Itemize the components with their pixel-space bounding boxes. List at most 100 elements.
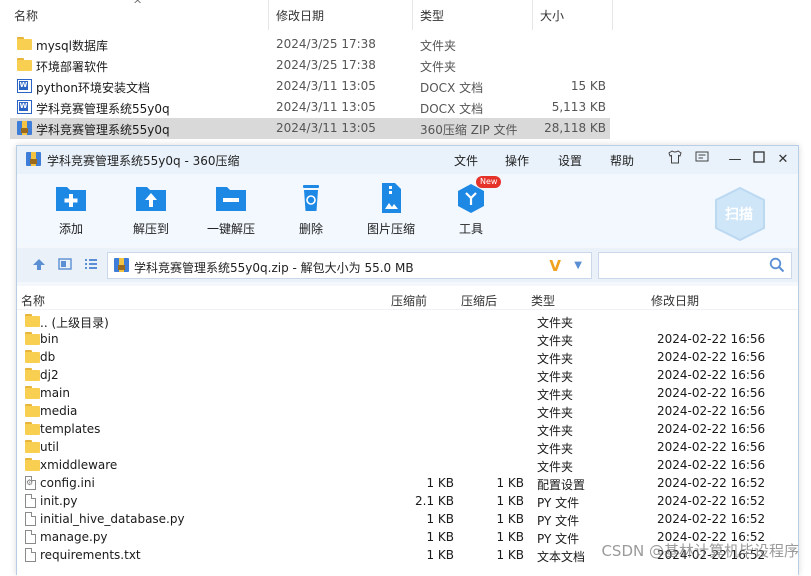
table-row[interactable]: initial_hive_database.py 1 KB 1 KB PY 文件 202…	[17, 510, 798, 528]
size-after: 1 KB	[496, 476, 524, 490]
menu-operate[interactable]: 操作	[505, 152, 529, 169]
title-bar[interactable]: 学科竞赛管理系统55y0q - 360压缩 文件 操作 设置 帮助 — ✕	[17, 146, 798, 174]
close-icon[interactable]: ✕	[773, 150, 793, 170]
search-input[interactable]	[598, 252, 792, 279]
archive-file-list: 名称 压缩前 压缩后 类型 修改日期 .. (上级目录) 文件夹 bin 文件夹 202…	[17, 286, 798, 576]
size-before: 2.1 KB	[415, 494, 454, 508]
delete-button[interactable]: 删除	[279, 182, 343, 237]
file-date: 2024-02-22 16:52	[657, 476, 766, 490]
file-date: 2024-02-22 16:52	[657, 494, 766, 508]
column-size[interactable]: 大小	[540, 7, 564, 24]
table-row[interactable]: .. (上级目录) 文件夹	[17, 312, 798, 330]
extract-to-button[interactable]: 解压到	[119, 182, 183, 237]
file-type: 文件夹	[420, 60, 457, 74]
minimize-icon[interactable]: —	[725, 150, 745, 170]
file-name: config.ini	[40, 476, 95, 490]
thumbnail-view-icon[interactable]	[57, 257, 73, 273]
menu-help[interactable]: 帮助	[610, 152, 634, 169]
file-type: 文件夹	[537, 424, 574, 438]
chevron-down-icon[interactable]: ▼	[574, 260, 582, 271]
tools-button[interactable]: New 工具	[439, 176, 503, 237]
feedback-icon[interactable]	[692, 150, 712, 170]
column-type[interactable]: 类型	[531, 292, 555, 309]
table-row[interactable]: xmiddleware 文件夹 2024-02-22 16:56	[17, 456, 798, 474]
list-item[interactable]: W python环境安装文档 2024/3/11 13:05 DOCX 文档 1…	[10, 76, 610, 97]
skin-shirt-icon[interactable]	[665, 150, 685, 170]
table-row[interactable]: config.ini 1 KB 1 KB 配置设置 2024-02-22 16:52	[17, 474, 798, 492]
menu-settings[interactable]: 设置	[558, 152, 582, 169]
file-name: 环境部署软件	[36, 60, 109, 74]
file-name: requirements.txt	[40, 548, 141, 562]
file-date: 2024-02-22 16:56	[657, 368, 766, 382]
file-type: 360压缩 ZIP 文件	[420, 123, 518, 137]
scan-button[interactable]: 扫描	[710, 184, 770, 244]
file-name: media	[40, 404, 78, 418]
column-after[interactable]: 压缩后	[461, 292, 497, 309]
up-arrow-icon[interactable]	[31, 257, 47, 273]
search-icon[interactable]	[769, 257, 785, 276]
add-button[interactable]: 添加	[39, 182, 103, 237]
word-doc-icon: W	[17, 79, 32, 93]
folder-icon	[25, 422, 40, 435]
file-type: 文件夹	[420, 39, 457, 53]
explorer-file-list: mysql数据库 2024/3/25 17:38 文件夹 环境部署软件 2024…	[10, 34, 610, 139]
column-name[interactable]: 名称	[14, 7, 38, 24]
column-date[interactable]: 修改日期	[276, 7, 324, 24]
table-row[interactable]: db 文件夹 2024-02-22 16:56	[17, 348, 798, 366]
column-divider[interactable]	[532, 0, 533, 30]
list-item[interactable]: mysql数据库 2024/3/25 17:38 文件夹	[10, 34, 610, 55]
tools-label: 工具	[458, 222, 483, 236]
folder-icon	[25, 440, 40, 453]
table-row[interactable]: templates 文件夹 2024-02-22 16:56	[17, 420, 798, 438]
explorer-column-header: 名称 ^ 修改日期 类型 大小	[0, 0, 620, 30]
file-name: xmiddleware	[40, 458, 118, 472]
column-date[interactable]: 修改日期	[651, 292, 699, 309]
file-name: db	[40, 350, 56, 364]
table-row[interactable]: main 文件夹 2024-02-22 16:56	[17, 384, 798, 402]
list-view-icon[interactable]	[83, 257, 99, 273]
file-date: 2024/3/11 13:05	[276, 79, 376, 93]
image-compress-icon	[374, 182, 408, 214]
size-after: 1 KB	[496, 530, 524, 544]
column-before[interactable]: 压缩前	[391, 292, 427, 309]
table-row[interactable]: dj2 文件夹 2024-02-22 16:56	[17, 366, 798, 384]
image-compress-button[interactable]: 图片压缩	[359, 182, 423, 237]
file-name: 学科竞赛管理系统55y0q	[36, 123, 170, 137]
list-item[interactable]: W 学科竞赛管理系统55y0q 2024/3/11 13:05 DOCX 文档 …	[10, 97, 610, 118]
folder-icon	[25, 368, 40, 381]
column-divider[interactable]	[412, 0, 413, 30]
zip-archive-icon	[26, 152, 41, 166]
column-divider[interactable]	[268, 0, 269, 30]
column-type[interactable]: 类型	[420, 7, 444, 24]
file-name: initial_hive_database.py	[40, 512, 185, 526]
zip-archive-icon	[114, 258, 129, 272]
file-icon	[25, 548, 36, 562]
file-date: 2024-02-22 16:56	[657, 386, 766, 400]
table-row[interactable]: media 文件夹 2024-02-22 16:56	[17, 402, 798, 420]
table-row[interactable]: init.py 2.1 KB 1 KB PY 文件 2024-02-22 16:52	[17, 492, 798, 510]
file-size: 5,113 KB	[551, 100, 606, 114]
scan-label: 扫描	[725, 207, 753, 223]
zip-archive-icon	[17, 121, 32, 135]
table-row[interactable]: bin 文件夹 2024-02-22 16:56	[17, 330, 798, 348]
file-type: 文件夹	[537, 316, 574, 330]
size-before: 1 KB	[426, 512, 454, 526]
file-name: dj2	[40, 368, 59, 382]
column-divider[interactable]	[612, 0, 613, 30]
file-date: 2024-02-22 16:52	[657, 512, 766, 526]
file-name: templates	[40, 422, 101, 436]
folder-icon	[17, 37, 32, 51]
size-after: 1 KB	[496, 512, 524, 526]
path-field[interactable]: 学科竞赛管理系统55y0q.zip - 解包大小为 55.0 MB V ▼	[107, 252, 592, 279]
column-name[interactable]: 名称	[21, 292, 45, 309]
file-name: bin	[40, 332, 59, 346]
list-item-selected[interactable]: 学科竞赛管理系统55y0q 2024/3/11 13:05 360压缩 ZIP …	[10, 118, 610, 139]
file-type: PY 文件	[537, 496, 580, 510]
verified-v-icon[interactable]: V	[549, 257, 561, 275]
file-name: util	[40, 440, 59, 454]
table-row[interactable]: util 文件夹 2024-02-22 16:56	[17, 438, 798, 456]
one-click-extract-button[interactable]: 一键解压	[199, 182, 263, 237]
menu-file[interactable]: 文件	[454, 152, 478, 169]
list-item[interactable]: 环境部署软件 2024/3/25 17:38 文件夹	[10, 55, 610, 76]
maximize-icon[interactable]	[749, 150, 769, 170]
